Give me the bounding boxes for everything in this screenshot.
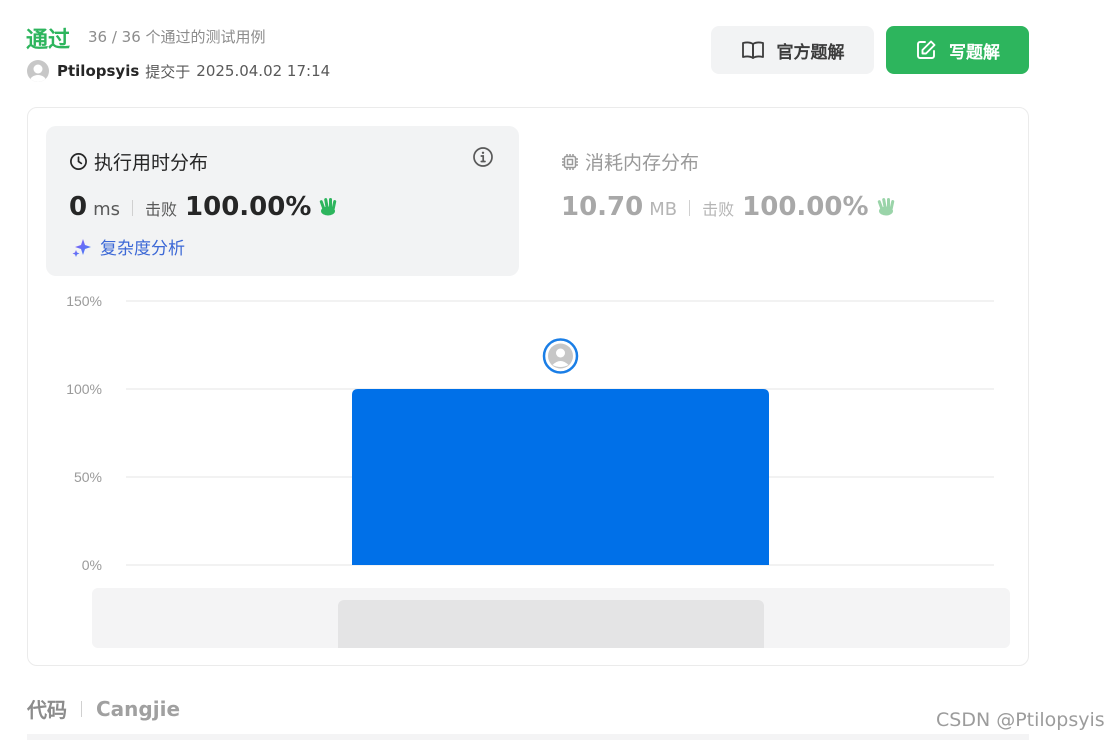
info-icon[interactable] [472, 146, 494, 172]
clapping-hands-icon [875, 195, 897, 222]
username-link[interactable]: Ptilopsyis [57, 62, 139, 80]
memory-title[interactable]: 消耗内存分布 [561, 148, 699, 175]
runtime-title-text: 执行用时分布 [94, 152, 209, 174]
clock-icon [70, 153, 87, 170]
runtime-distribution-chart: 150% 100% 50% 0% [66, 293, 994, 573]
submitted-time: 2025.04.02 17:14 [196, 62, 331, 80]
official-solution-button[interactable]: 官方题解 [711, 26, 874, 74]
runtime-title: 执行用时分布 [69, 148, 208, 175]
y-tick-label: 0% [82, 557, 102, 573]
user-position-avatar-icon[interactable] [542, 338, 579, 374]
divider [81, 700, 82, 717]
submitted-label: 提交于 [145, 62, 191, 81]
code-language: Cangjie [96, 696, 181, 721]
code-block-edge [27, 734, 1029, 740]
code-label: 代码 [27, 698, 67, 722]
code-header: 代码 Cangjie [27, 694, 180, 723]
runtime-beats-label: 击败 [145, 200, 178, 219]
y-tick-label: 50% [74, 469, 102, 485]
memory-value: 10.70 [561, 192, 644, 222]
runtime-beats-percent: 100.00% [185, 192, 312, 222]
user-avatar-icon[interactable] [27, 60, 49, 82]
divider [689, 200, 691, 216]
runtime-value: 0 [69, 192, 88, 222]
y-tick-label: 150% [66, 293, 102, 309]
memory-title-text: 消耗内存分布 [585, 152, 700, 174]
test-case-count: 36 / 36 个通过的测试用例 [88, 28, 266, 46]
complexity-analysis-label: 复杂度分析 [100, 239, 185, 259]
clapping-hands-icon [317, 195, 339, 222]
memory-unit: MB [649, 199, 678, 220]
memory-beats-percent: 100.00% [742, 192, 869, 222]
y-tick-label: 100% [66, 381, 102, 397]
write-solution-button[interactable]: 写题解 [886, 26, 1029, 74]
complexity-analysis-link[interactable]: 复杂度分析 [70, 234, 185, 259]
submission-status: 通过 [26, 28, 71, 53]
memory-beats-label: 击败 [702, 200, 735, 219]
watermark: CSDN @Ptilopsyis [936, 709, 1105, 731]
chart-range-thumb[interactable] [338, 600, 764, 648]
chart-bar[interactable] [352, 389, 769, 565]
official-solution-label: 官方题解 [776, 42, 845, 63]
memory-stats: 10.70 MB 击败 100.00% [561, 192, 897, 224]
book-icon [741, 41, 764, 59]
submission-info: Ptilopsyis 提交于 2025.04.02 17:14 [27, 60, 330, 82]
runtime-unit: ms [93, 199, 121, 220]
write-solution-label: 写题解 [949, 42, 1000, 63]
edit-icon [917, 40, 936, 59]
sparkle-icon [72, 238, 91, 257]
runtime-stats: 0 ms 击败 100.00% [69, 192, 339, 224]
chip-icon [562, 153, 578, 170]
divider [132, 200, 134, 216]
